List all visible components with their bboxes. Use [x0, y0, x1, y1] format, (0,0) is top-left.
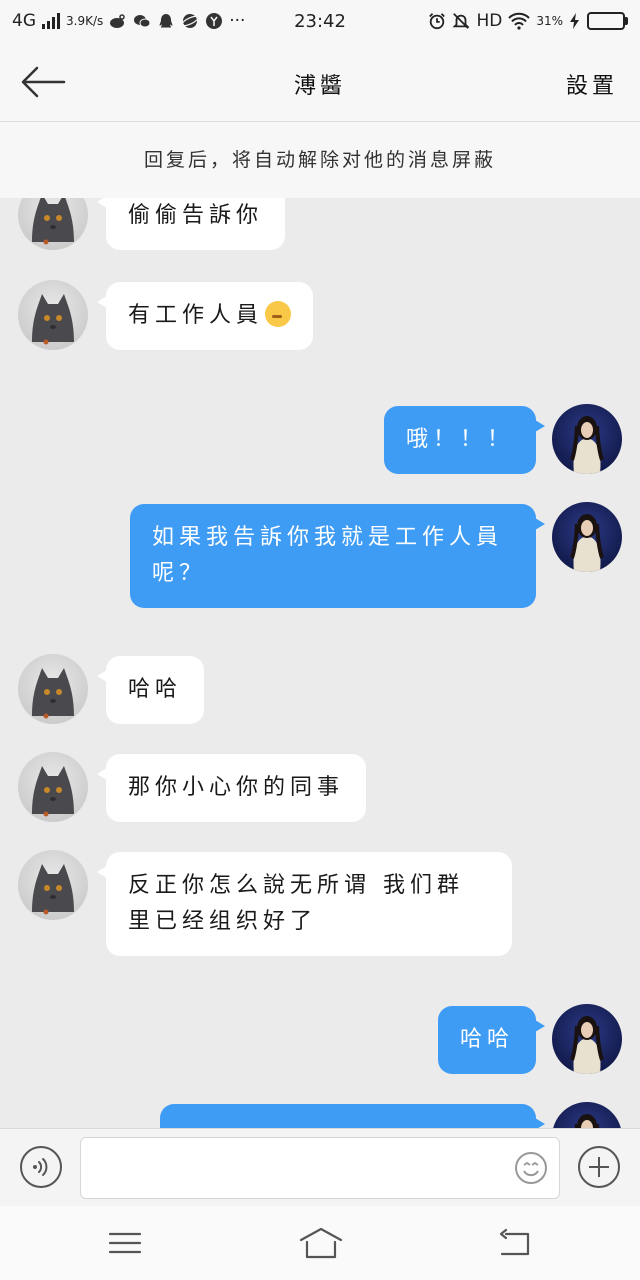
message-bubble[interactable]: 哈哈	[96, 656, 205, 724]
message-input[interactable]	[80, 1137, 560, 1199]
message-bubble[interactable]: 偷偷告訴你	[96, 198, 286, 250]
message-bubble[interactable]: 有工作人員	[96, 282, 314, 350]
status-bar: 4G 3.9K/s ··· 23:42 HD 31%	[0, 0, 640, 42]
contact-avatar[interactable]	[18, 198, 88, 250]
app-notification-icon	[206, 13, 223, 29]
system-nav-bar	[0, 1206, 640, 1280]
network-speed: 3.9K/s	[66, 14, 104, 28]
user-avatar-image	[552, 502, 622, 572]
message-bubble[interactable]: 那你小心你的同事	[96, 754, 367, 822]
my-avatar[interactable]	[552, 1102, 622, 1128]
message-bubble[interactable]	[160, 1104, 545, 1128]
my-avatar[interactable]	[552, 1004, 622, 1074]
status-right-group: HD 31%	[428, 11, 628, 31]
message-bubble[interactable]: 哦！！！	[383, 406, 546, 474]
hd-indicator: HD	[476, 11, 503, 31]
cat-avatar-image	[18, 198, 88, 250]
wifi-icon	[508, 12, 531, 30]
mute-bell-icon	[452, 13, 470, 29]
wechat-icon	[134, 15, 151, 28]
chat-message-list[interactable]: 偷偷告訴你 有工作人員 哦！！！ 如果我告訴你我就是工作人員呢？ 哈哈 那你小心…	[0, 198, 640, 1128]
cat-avatar-image	[18, 654, 88, 724]
voice-button[interactable]	[20, 1146, 62, 1188]
message-bubble[interactable]: 哈哈	[437, 1006, 546, 1074]
menu-icon	[108, 1232, 142, 1254]
planet-icon	[181, 14, 200, 28]
qq-icon	[159, 14, 173, 28]
contact-avatar[interactable]	[18, 850, 88, 920]
thinking-emoji-icon	[265, 301, 292, 327]
voice-icon	[33, 1158, 48, 1176]
plus-icon[interactable]	[578, 1146, 620, 1188]
return-icon	[499, 1228, 530, 1256]
message-bubble[interactable]: 如果我告訴你我就是工作人員呢？	[130, 504, 545, 608]
user-avatar-image	[552, 404, 622, 474]
battery-percent: 31%	[536, 14, 563, 28]
my-avatar[interactable]	[552, 404, 622, 474]
chat-title: 溥醬	[293, 74, 346, 99]
home-button[interactable]	[298, 1226, 344, 1260]
battery-icon	[587, 12, 628, 30]
input-bar	[0, 1128, 640, 1206]
emoji-button[interactable]	[514, 1151, 548, 1185]
weibo-icon	[110, 14, 125, 28]
home-icon	[299, 1227, 343, 1259]
more-icon: ···	[229, 11, 246, 31]
settings-button[interactable]: 設置	[566, 68, 618, 100]
message-text: 有工作人員	[128, 303, 264, 328]
contact-avatar[interactable]	[18, 654, 88, 724]
my-avatar[interactable]	[552, 502, 622, 572]
message-bubble[interactable]: 反正你怎么說无所谓 我们群里已经组织好了	[97, 852, 512, 956]
user-avatar-image	[552, 1102, 622, 1128]
cat-avatar-image	[18, 280, 88, 350]
contact-avatar[interactable]	[18, 752, 88, 822]
return-button[interactable]	[496, 1226, 536, 1260]
cat-avatar-image	[18, 752, 88, 822]
block-notice: 回复后，将自动解除对他的消息屏蔽	[0, 122, 640, 198]
signal-icon	[42, 13, 60, 29]
smiley-icon	[515, 1152, 547, 1184]
chat-header: 溥醬 設置	[0, 42, 640, 122]
user-avatar-image	[552, 1004, 622, 1074]
status-left-group: 4G 3.9K/s ···	[12, 11, 245, 31]
charging-icon	[570, 13, 579, 29]
alarm-icon	[429, 13, 446, 30]
contact-avatar[interactable]	[18, 280, 88, 350]
menu-button[interactable]	[106, 1226, 146, 1260]
cat-avatar-image	[18, 850, 88, 920]
network-type: 4G	[12, 11, 36, 31]
